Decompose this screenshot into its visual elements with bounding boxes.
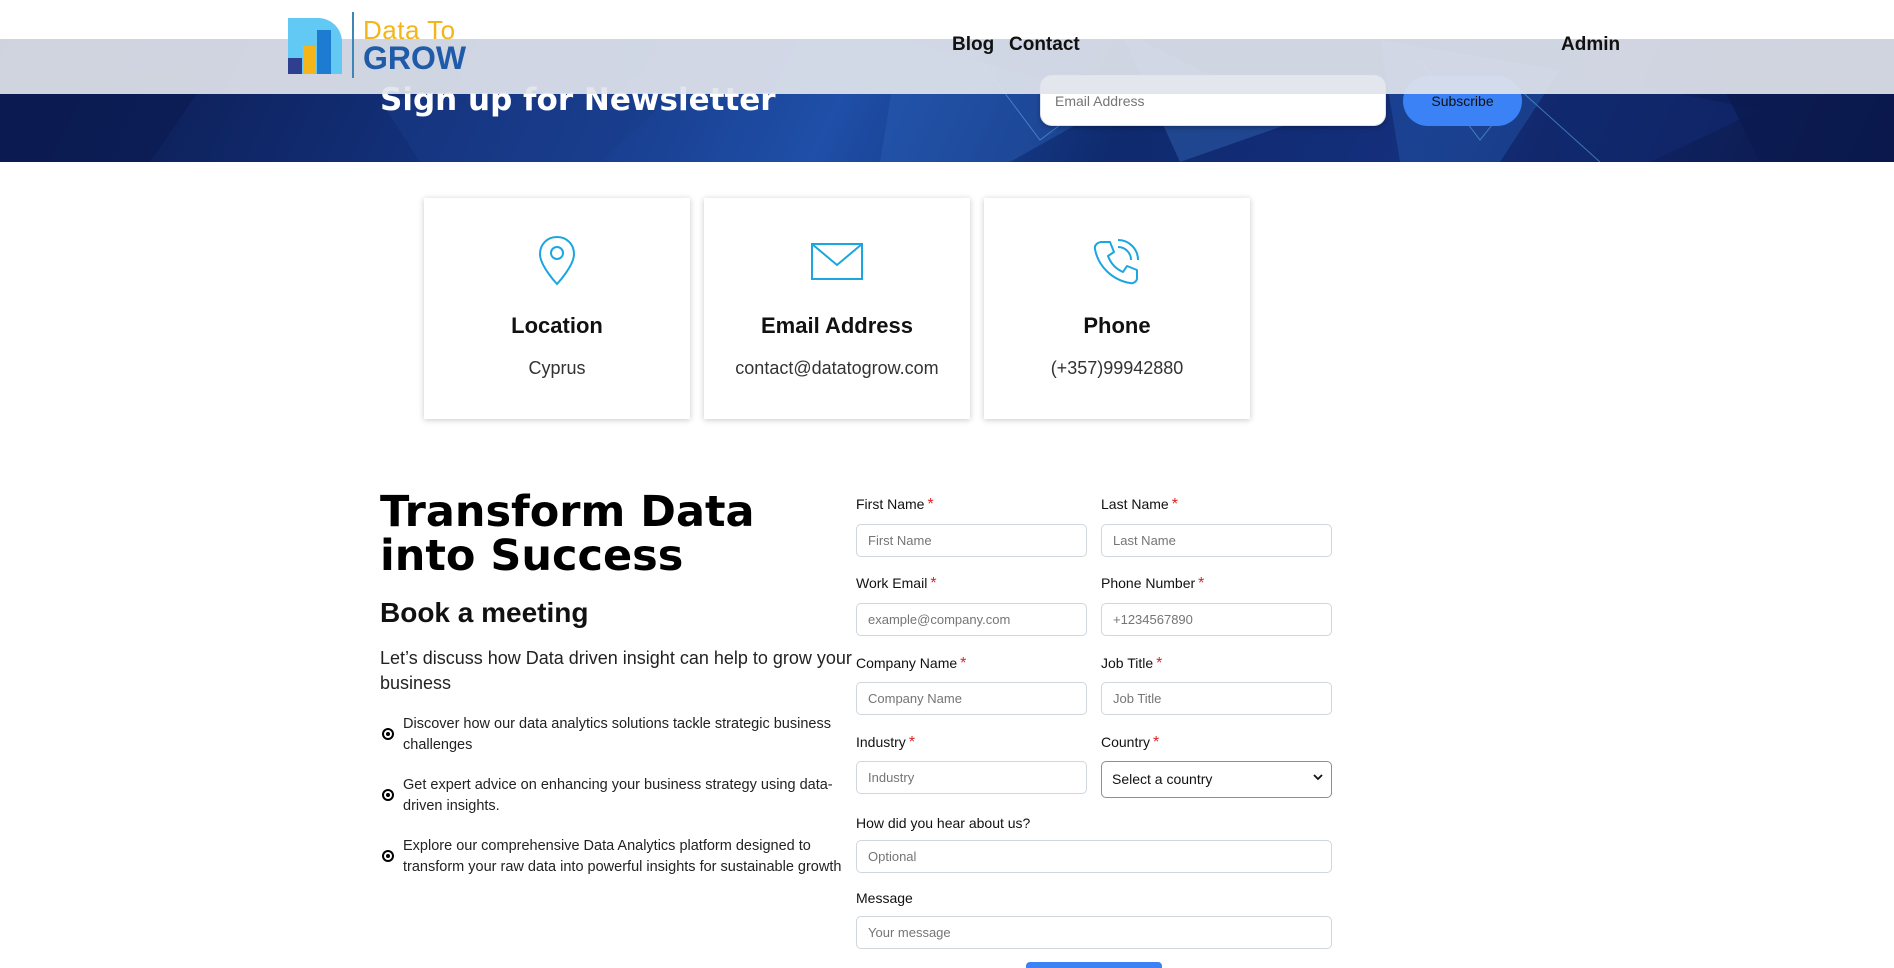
phone-number-input[interactable]: [1101, 603, 1332, 636]
submit-button[interactable]: [1026, 962, 1162, 968]
phone-number-label: Phone Number *: [1101, 575, 1205, 592]
card-title: Location: [511, 313, 603, 338]
phone-card: Phone (+357)99942880: [984, 198, 1250, 419]
location-card: Location Cyprus: [424, 198, 690, 419]
job-title-label: Job Title *: [1101, 655, 1163, 672]
work-email-input[interactable]: [856, 603, 1087, 636]
work-email-label: Work Email *: [856, 575, 937, 592]
benefits-list: Discover how our data analytics solution…: [380, 714, 860, 897]
hear-about-input[interactable]: [856, 840, 1332, 873]
required-mark: *: [1153, 734, 1160, 751]
required-mark: *: [908, 734, 916, 751]
required-mark: *: [1198, 575, 1205, 592]
logo-divider: [352, 12, 354, 78]
last-name-label: Last Name *: [1101, 496, 1178, 513]
radio-bullet-icon: [382, 789, 394, 801]
phone-icon: [984, 234, 1250, 288]
nav-link-blog[interactable]: Blog: [952, 34, 994, 56]
card-title: Phone: [1083, 313, 1151, 338]
required-mark: *: [930, 575, 937, 592]
first-name-label: First Name *: [856, 496, 934, 513]
last-name-input[interactable]: [1101, 524, 1332, 557]
site-logo[interactable]: Data To GROW: [284, 12, 474, 78]
card-value[interactable]: contact@datatogrow.com: [704, 358, 970, 379]
industry-label: Industry *: [856, 734, 916, 751]
required-mark: *: [927, 496, 934, 513]
company-name-label: Company Name *: [856, 655, 967, 672]
industry-input[interactable]: [856, 761, 1087, 794]
envelope-icon: [704, 234, 970, 288]
hear-about-label: How did you hear about us?: [856, 815, 1031, 831]
location-pin-icon: [424, 234, 690, 288]
intro-lead: Let’s discuss how Data driven insight ca…: [380, 648, 852, 693]
message-label: Message: [856, 890, 913, 906]
list-item: Get expert advice on enhancing your busi…: [380, 775, 860, 817]
country-select[interactable]: Select a country: [1101, 761, 1332, 798]
country-label: Country *: [1101, 734, 1160, 751]
nav-link-admin[interactable]: Admin: [1561, 34, 1620, 56]
radio-bullet-icon: [382, 850, 394, 862]
chevron-down-icon: [1313, 774, 1323, 781]
nav-link-contact[interactable]: Contact: [1009, 34, 1080, 56]
first-name-input[interactable]: [856, 524, 1087, 557]
list-item: Explore our comprehensive Data Analytics…: [380, 836, 860, 878]
job-title-input[interactable]: [1101, 682, 1332, 715]
card-value: Cyprus: [528, 358, 586, 378]
card-value[interactable]: (+357)99942880: [984, 358, 1250, 379]
message-input[interactable]: [856, 916, 1332, 949]
email-card: Email Address contact@datatogrow.com: [704, 198, 970, 419]
card-title: Email Address: [760, 313, 914, 338]
required-mark: *: [1171, 496, 1178, 513]
required-mark: *: [1156, 655, 1163, 672]
list-item-text: Get expert advice on enhancing your busi…: [403, 777, 833, 814]
logo-mark-icon: [288, 18, 342, 74]
country-select-value: Select a country: [1112, 771, 1213, 787]
page-headline: Transform Data into Success: [380, 487, 755, 581]
company-name-input[interactable]: [856, 682, 1087, 715]
list-item: Discover how our data analytics solution…: [380, 714, 860, 756]
radio-bullet-icon: [382, 728, 394, 740]
logo-text-grow: GROW: [363, 40, 467, 76]
book-meeting-heading: Book a meeting: [380, 597, 589, 628]
list-item-text: Explore our comprehensive Data Analytics…: [403, 838, 842, 875]
required-mark: *: [960, 655, 967, 672]
list-item-text: Discover how our data analytics solution…: [403, 716, 831, 753]
